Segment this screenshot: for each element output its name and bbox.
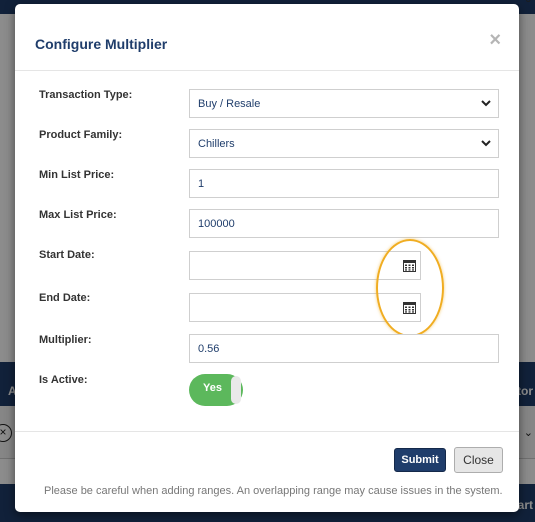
transaction-type-select[interactable]: Buy / Resale <box>189 89 499 118</box>
start-date-label: Start Date: <box>39 249 95 261</box>
modal-title: Configure Multiplier <box>35 36 168 52</box>
multiplier-input[interactable] <box>189 334 499 363</box>
configure-multiplier-dialog: Configure Multiplier × Transaction Type:… <box>15 4 519 512</box>
transaction-type-value: Buy / Resale <box>198 97 261 110</box>
close-icon[interactable]: × <box>489 30 501 50</box>
modal-header: Configure Multiplier × <box>15 4 519 71</box>
min-list-price-label: Min List Price: <box>39 169 115 181</box>
is-active-label: Is Active: <box>39 374 88 386</box>
is-active-toggle[interactable]: Yes <box>189 374 243 406</box>
product-family-select[interactable]: Chillers <box>189 129 499 158</box>
end-date-label: End Date: <box>39 292 91 304</box>
toggle-yes-label: Yes <box>203 382 222 394</box>
product-family-value: Chillers <box>198 137 235 150</box>
transaction-type-label: Transaction Type: <box>39 89 133 101</box>
min-list-price-input[interactable] <box>189 169 499 198</box>
chevron-down-icon <box>481 100 491 107</box>
chevron-down-icon <box>481 140 491 147</box>
toggle-knob <box>231 376 241 404</box>
footer-divider <box>15 431 519 432</box>
submit-button[interactable]: Submit <box>394 448 446 472</box>
max-list-price-input[interactable] <box>189 209 499 238</box>
product-family-label: Product Family: <box>39 129 123 141</box>
close-button[interactable]: Close <box>454 447 503 473</box>
calendar-highlight-annotation <box>376 239 444 337</box>
overlap-warning-note: Please be careful when adding ranges. An… <box>44 485 503 497</box>
max-list-price-label: Max List Price: <box>39 209 117 221</box>
multiplier-label: Multiplier: <box>39 334 92 346</box>
